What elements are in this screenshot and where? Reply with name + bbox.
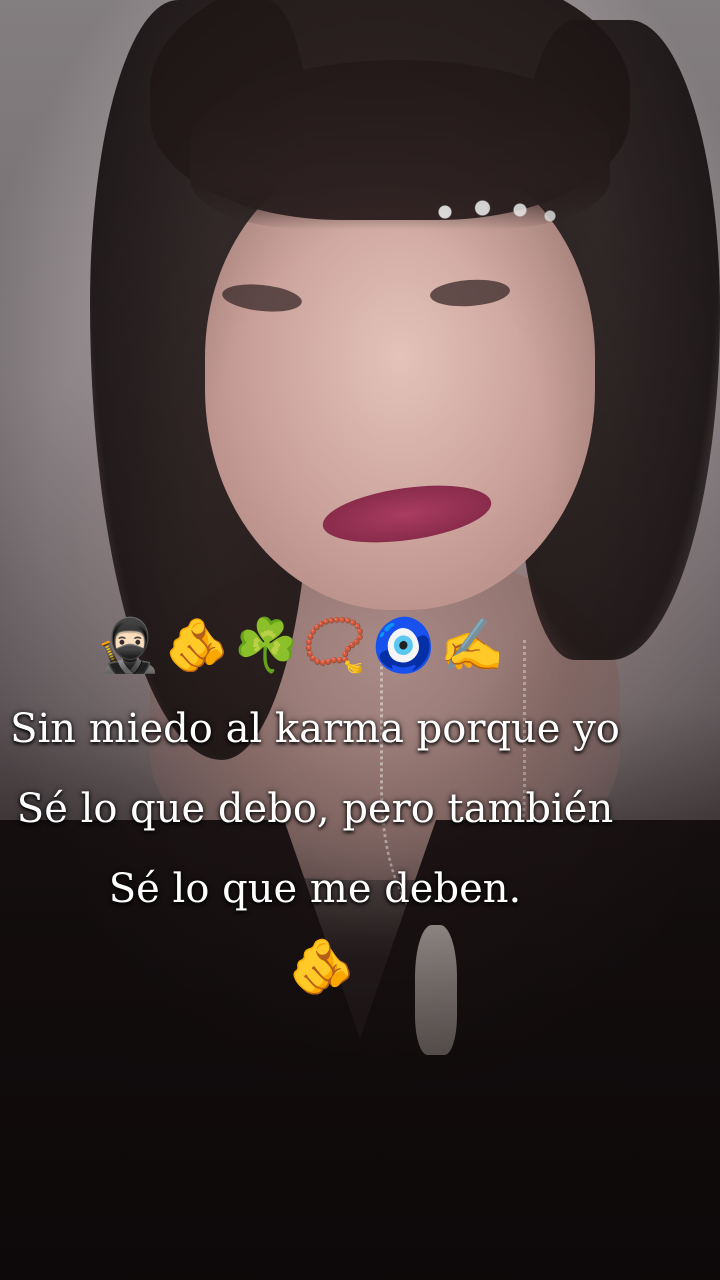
emoji-row: 🥷🏻 🫵 ☘️ 📿 🧿 ✍️ [96, 612, 505, 682]
writing-hand-emoji-icon: ✍️ [439, 618, 505, 675]
shamrock-emoji-icon: ☘️ [233, 618, 299, 675]
prayer-beads-emoji-icon: 📿 [302, 618, 367, 675]
caption-line-1: Sin miedo al karma porque yo [10, 706, 620, 752]
caption-line-3: Sé lo que me deben. [108, 866, 522, 912]
pointing-finger-emoji-icon: 🫵 [288, 937, 356, 997]
ninja-emoji-icon: 🥷🏻 [96, 618, 161, 675]
nazar-amulet-emoji-icon: 🧿 [371, 618, 436, 675]
story-frame: 🥷🏻 🫵 ☘️ 📿 🧿 ✍️ Sin miedo al karma porque… [0, 0, 720, 1280]
caption-line-2: Sé lo que debo, pero también [16, 786, 614, 832]
pointing-finger-emoji-icon: 🫵 [164, 618, 230, 675]
